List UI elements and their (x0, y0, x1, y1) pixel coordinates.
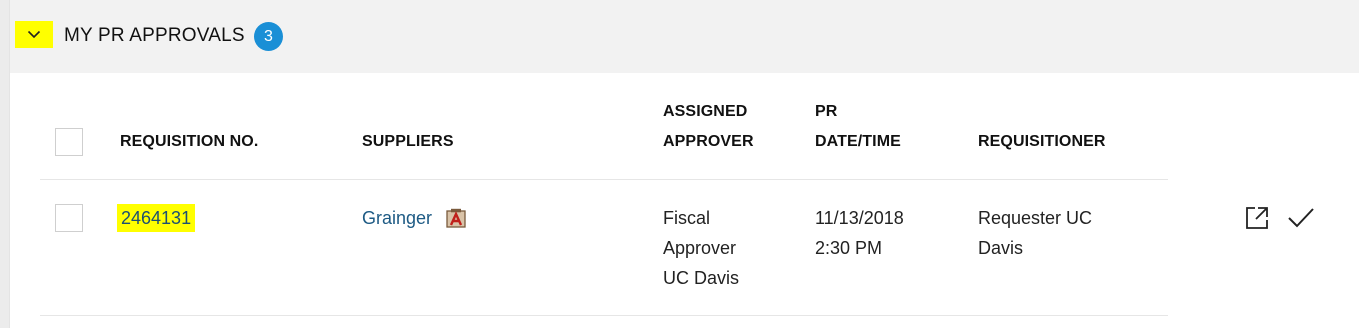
pr-time: 2:30 PM (815, 238, 883, 258)
section-header: MY PR APPROVALS 3 (10, 0, 1359, 73)
select-all-checkbox[interactable] (55, 128, 83, 156)
requisition-number-link[interactable]: 2464131 (117, 204, 196, 232)
pr-date: 11/13/2018 (815, 208, 904, 228)
header-suppliers[interactable]: SUPPLIERS (362, 127, 454, 157)
requisitioner-line2: Davis (978, 238, 1024, 258)
collapse-toggle-button[interactable] (15, 21, 53, 48)
checkmark-icon (1288, 208, 1314, 228)
row-divider (40, 315, 1168, 316)
header-assigned-approver-line1[interactable]: ASSIGNED (663, 97, 747, 127)
open-external-button[interactable] (1244, 205, 1270, 236)
header-pr-datetime-line2[interactable]: DATE/TIME (815, 127, 901, 157)
approver-line3: UC Davis (663, 268, 740, 288)
row-checkbox[interactable] (55, 204, 83, 232)
requisitioner-line1: Requester UC (978, 208, 1093, 228)
chevron-down-icon (27, 30, 41, 39)
header-requisitioner[interactable]: REQUISITIONER (978, 127, 1106, 157)
open-external-icon (1246, 207, 1268, 229)
header-assigned-approver-line2[interactable]: APPROVER (663, 127, 754, 157)
section-title: MY PR APPROVALS (64, 25, 245, 46)
header-requisition-no[interactable]: REQUISITION NO. (120, 127, 258, 157)
supplier-link[interactable]: Grainger (362, 203, 432, 233)
header-divider (40, 179, 1168, 180)
approver-line1: Fiscal (663, 208, 711, 228)
approve-button[interactable] (1287, 207, 1315, 234)
approvals-table: REQUISITION NO. SUPPLIERS ASSIGNED APPRO… (10, 73, 1359, 328)
count-badge: 3 (254, 22, 283, 51)
approver-line2: Approver (663, 238, 737, 258)
left-edge-strip (0, 0, 10, 328)
header-pr-datetime-line1[interactable]: PR (815, 97, 837, 127)
supplier-catalog-icon (445, 208, 467, 233)
